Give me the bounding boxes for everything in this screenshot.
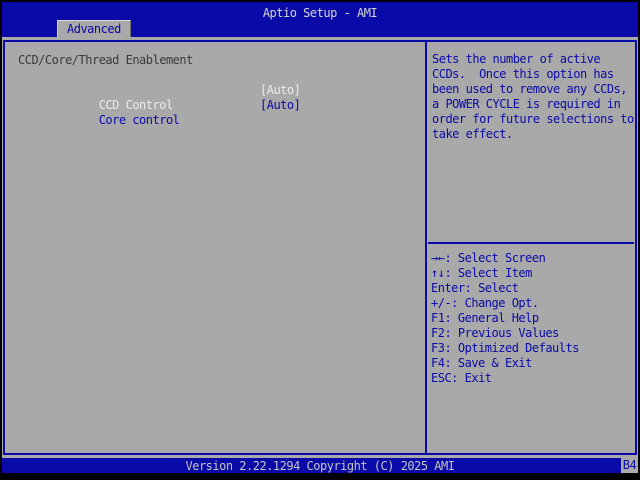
- hint-save-exit: F4: Save & Exit: [431, 356, 532, 370]
- hint-previous-values: F2: Previous Values: [431, 326, 559, 340]
- title-bar: Aptio Setup - AMI Advanced: [2, 2, 638, 37]
- menu-item-value[interactable]: [Auto]: [260, 98, 301, 113]
- menu-item-list: CCD Control [Auto] Core control [Auto]: [5, 68, 425, 127]
- menu-item-label: Core control: [98, 113, 180, 127]
- hint-esc-exit: ESC: Exit: [431, 371, 492, 385]
- help-panel-divider: [428, 242, 634, 244]
- hint-general-help: F1: General Help: [431, 311, 539, 325]
- version-text: Version 2.22.1294 Copyright (C) 2025 AMI: [185, 459, 455, 473]
- status-bar: Version 2.22.1294 Copyright (C) 2025 AMI…: [2, 458, 638, 473]
- menu-item-value[interactable]: [Auto]: [260, 83, 301, 98]
- help-line: been used to remove any CCDs,: [432, 82, 628, 96]
- help-line: order for future selections to: [432, 112, 634, 126]
- hint-select-screen: →←: Select Screen: [431, 251, 546, 265]
- hint-select-item: ↑↓: Select Item: [431, 266, 532, 280]
- section-title: CCD/Core/Thread Enablement: [18, 53, 193, 67]
- help-panel: Sets the number of active CCDs. Once thi…: [425, 42, 635, 453]
- help-line: Sets the number of active: [432, 52, 601, 66]
- menu-item-core-control[interactable]: Core control [Auto]: [5, 98, 425, 127]
- build-badge: B4: [621, 458, 638, 473]
- help-text: Sets the number of active CCDs. Once thi…: [427, 42, 635, 142]
- key-hints: →←: Select Screen ↑↓: Select Item Enter:…: [427, 251, 635, 386]
- help-line: CCDs. Once this option has: [432, 67, 614, 81]
- menu-item-ccd-control[interactable]: CCD Control [Auto]: [5, 83, 425, 112]
- help-line: take effect.: [432, 127, 513, 141]
- hint-change-option: +/-: Change Opt.: [431, 296, 539, 310]
- bios-setup-screen: Aptio Setup - AMI Advanced CCD/Core/Thre…: [2, 2, 638, 473]
- panel-frame: CCD/Core/Thread Enablement CCD Control […: [3, 40, 637, 455]
- help-line: a POWER CYCLE is required in: [432, 97, 621, 111]
- tab-advanced[interactable]: Advanced: [57, 20, 131, 37]
- main-area: CCD/Core/Thread Enablement CCD Control […: [2, 37, 638, 458]
- app-title: Aptio Setup - AMI: [262, 6, 378, 20]
- hint-enter-select: Enter: Select: [431, 281, 519, 295]
- options-panel: CCD/Core/Thread Enablement CCD Control […: [5, 42, 425, 453]
- hint-optimized-defaults: F3: Optimized Defaults: [431, 341, 579, 355]
